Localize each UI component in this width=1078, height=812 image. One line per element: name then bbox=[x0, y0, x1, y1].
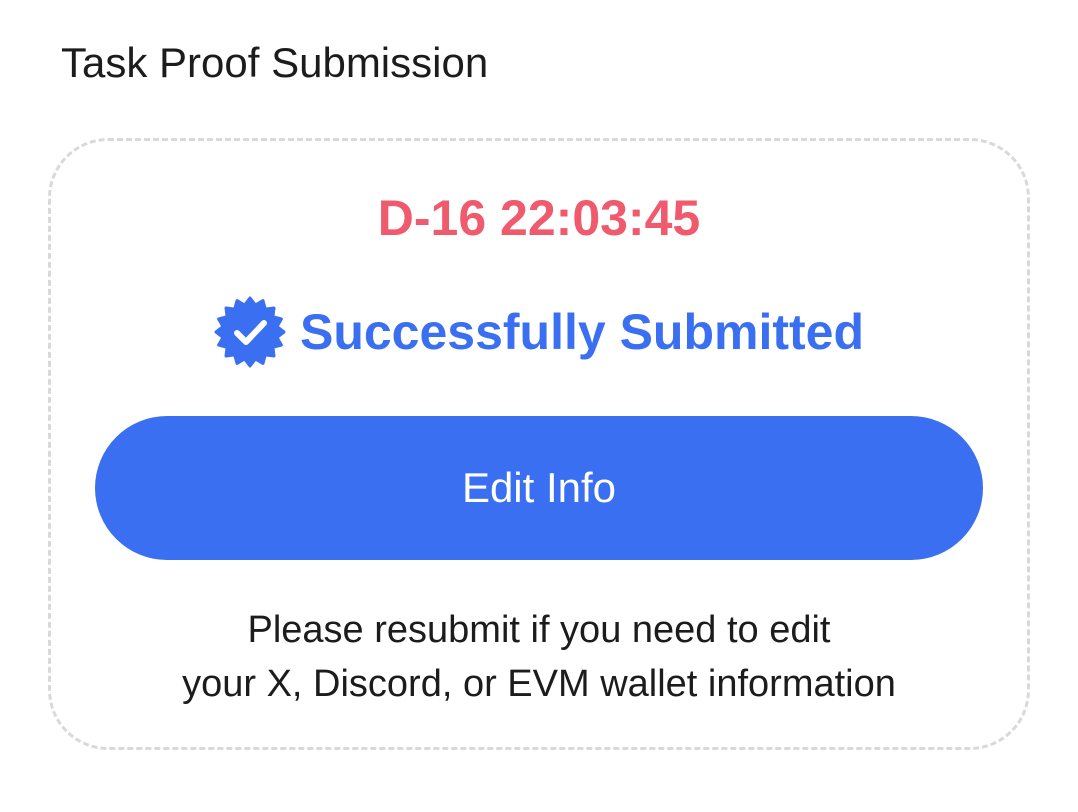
status-text: Successfully Submitted bbox=[299, 304, 865, 360]
hint-line-2: your X, Discord, or EVM wallet informati… bbox=[182, 663, 896, 705]
submission-status: Successfully Submitted bbox=[0, 296, 1078, 368]
hint-line-1: Please resubmit if you need to edit bbox=[247, 609, 831, 651]
resubmit-hint: Please resubmit if you need to edit your… bbox=[0, 603, 1078, 711]
verified-badge-icon bbox=[214, 296, 286, 368]
countdown-timer: D-16 22:03:45 bbox=[377, 190, 701, 246]
section-title: Task Proof Submission bbox=[61, 39, 489, 86]
task-proof-page: Task Proof Submission D-16 22:03:45 Succ… bbox=[0, 0, 1078, 812]
edit-info-button[interactable]: Edit Info bbox=[95, 416, 983, 560]
